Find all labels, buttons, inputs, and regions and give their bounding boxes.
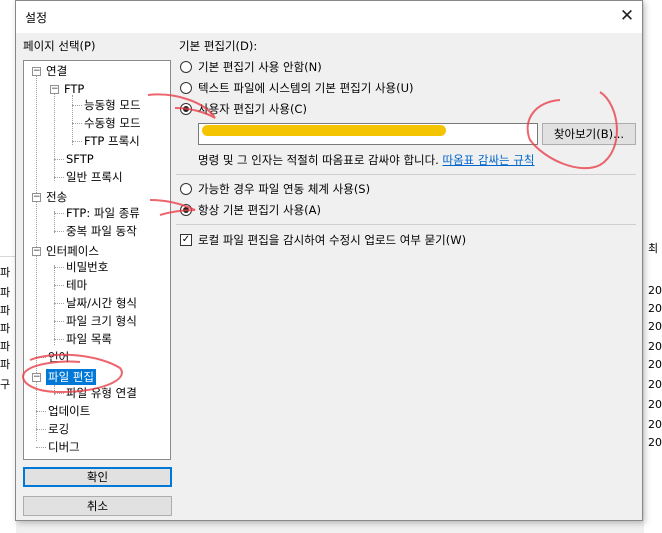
hint-message: 명령 및 그 인자는 적절히 따옴표로 감싸야 합니다.: [198, 153, 439, 167]
radio-system-editor[interactable]: [180, 82, 192, 94]
tree-line: [54, 231, 64, 232]
tree-item-file-lists[interactable]: 파일 목록: [66, 331, 112, 347]
background-row: 20: [648, 284, 662, 297]
tree-item-ftp[interactable]: FTP: [64, 81, 84, 97]
radio-custom-editor-label[interactable]: 사용자 편집기 사용(C): [198, 101, 307, 117]
tree-line: [54, 85, 55, 181]
browse-button[interactable]: 찾아보기(B)...: [542, 123, 636, 145]
collapse-icon[interactable]: −: [32, 193, 41, 202]
tree-line: [54, 285, 64, 286]
separator: [176, 224, 636, 225]
background-window-right: 최 20 20 20 20 20 20 20 20 20: [644, 0, 662, 533]
watch-local-checkbox[interactable]: ✓: [180, 234, 192, 246]
tree-line: [72, 105, 82, 106]
collapse-icon[interactable]: −: [50, 85, 59, 94]
cancel-button[interactable]: 취소: [23, 496, 172, 516]
tree-item-filetype-associations[interactable]: 파일 유형 연결: [66, 385, 137, 401]
tree-line: [54, 393, 64, 394]
tree-line: [36, 411, 46, 412]
tree-line: [72, 95, 73, 145]
tree-line: [54, 303, 64, 304]
background-row: 파: [0, 266, 11, 279]
title-bar: 설정 ✕: [16, 1, 642, 33]
default-editor-heading: 기본 편집기(D):: [179, 39, 258, 53]
ok-button[interactable]: 확인: [23, 467, 172, 487]
tree-line: [54, 267, 64, 268]
background-window-left: 파 파 파 파 파 파 구: [0, 0, 16, 533]
tree-item-duplicate-action[interactable]: 중복 파일 동작: [66, 223, 137, 239]
tree-item-interface[interactable]: 인터페이스: [46, 243, 99, 259]
tree-item-filesize-format[interactable]: 파일 크기 형식: [66, 313, 137, 329]
collapse-icon[interactable]: −: [32, 67, 41, 76]
background-row: 파: [0, 304, 11, 317]
radio-use-file-associations-label[interactable]: 가능한 경우 파일 연동 체계 사용(S): [198, 181, 370, 197]
tree-item-theme[interactable]: 테마: [66, 277, 87, 293]
background-row: 20: [648, 340, 662, 353]
radio-always-default-editor-label[interactable]: 항상 기본 편집기 사용(A): [198, 202, 321, 218]
background-row: 파: [0, 322, 11, 335]
background-row: 20: [648, 398, 662, 411]
tree-item-connection[interactable]: 연결: [46, 63, 67, 79]
tree-item-updates[interactable]: 업데이트: [48, 403, 90, 419]
redaction-mark: [202, 125, 446, 136]
tree-line: [36, 429, 46, 430]
background-row: 20: [648, 378, 662, 391]
collapse-icon[interactable]: −: [32, 373, 41, 382]
tree-item-file-editing[interactable]: 파일 편집: [46, 369, 96, 385]
tree-item-sftp[interactable]: SFTP: [66, 151, 94, 167]
background-row: 파: [0, 286, 11, 299]
watch-local-label[interactable]: 로컬 파일 편집을 감시하여 수정시 업로드 여부 묻기(W): [198, 232, 466, 248]
tree-line: [54, 211, 55, 233]
tree-item-transfers[interactable]: 전송: [46, 189, 67, 205]
radio-no-default-editor-label[interactable]: 기본 편집기 사용 안함(N): [198, 59, 322, 75]
tree-line: [72, 141, 82, 142]
background-list-header: [0, 238, 16, 257]
tree-item-passwords[interactable]: 비밀번호: [66, 259, 108, 275]
background-row: 20: [648, 358, 662, 371]
settings-dialog: 설정 ✕ 페이지 선택(P) − − − − − 연결 FTP 능동형 모드 수…: [15, 0, 643, 521]
tree-line: [36, 357, 46, 358]
tree-line: [36, 75, 37, 441]
tree-item-debug[interactable]: 디버그: [48, 439, 80, 455]
radio-use-file-associations[interactable]: [180, 183, 192, 195]
tree-item-language[interactable]: 언어: [48, 349, 69, 365]
tree-line: [72, 123, 82, 124]
tree-item-generic-proxy[interactable]: 일반 프록시: [66, 169, 123, 185]
collapse-icon[interactable]: −: [32, 247, 41, 256]
tree-item-datetime-format[interactable]: 날짜/시간 형식: [66, 295, 137, 311]
close-icon[interactable]: ✕: [614, 3, 640, 29]
page-select-label: 페이지 선택(P): [23, 39, 96, 53]
background-header: 최: [648, 242, 659, 255]
tree-line: [54, 339, 64, 340]
background-row: 20: [648, 436, 662, 449]
tree-line: [54, 159, 64, 160]
tree-item-active-mode[interactable]: 능동형 모드: [84, 97, 141, 113]
dialog-title: 설정: [25, 11, 48, 25]
separator: [176, 174, 636, 175]
background-row: 20: [648, 302, 662, 315]
tree-item-passive-mode[interactable]: 수동형 모드: [84, 115, 141, 131]
quoting-rules-link[interactable]: 따옴표 감싸는 규칙: [443, 153, 535, 167]
tree-item-ftp-file-types[interactable]: FTP: 파일 종류: [66, 205, 140, 221]
tree-line: [36, 447, 46, 448]
settings-tree[interactable]: − − − − − 연결 FTP 능동형 모드 수동형 모드 FTP 프록시 S…: [23, 60, 171, 460]
radio-no-default-editor[interactable]: [180, 61, 192, 73]
background-row: 20: [648, 418, 662, 431]
hint-text: 명령 및 그 인자는 적절히 따옴표로 감싸야 합니다. 따옴표 감싸는 규칙: [198, 152, 534, 168]
background-row: 구: [0, 378, 11, 391]
tree-item-ftp-proxy[interactable]: FTP 프록시: [84, 133, 140, 149]
tree-line: [54, 321, 64, 322]
radio-system-editor-label[interactable]: 텍스트 파일에 시스템의 기본 편집기 사용(U): [198, 80, 414, 96]
radio-custom-editor[interactable]: [180, 103, 192, 115]
tree-line: [54, 213, 64, 214]
tree-line: [54, 265, 55, 345]
radio-always-default-editor[interactable]: [180, 204, 192, 216]
background-row: 파: [0, 340, 11, 353]
tree-line: [54, 177, 64, 178]
tree-item-logging[interactable]: 로깅: [48, 421, 69, 437]
background-row: 20: [648, 320, 662, 333]
background-row: 파: [0, 358, 11, 371]
